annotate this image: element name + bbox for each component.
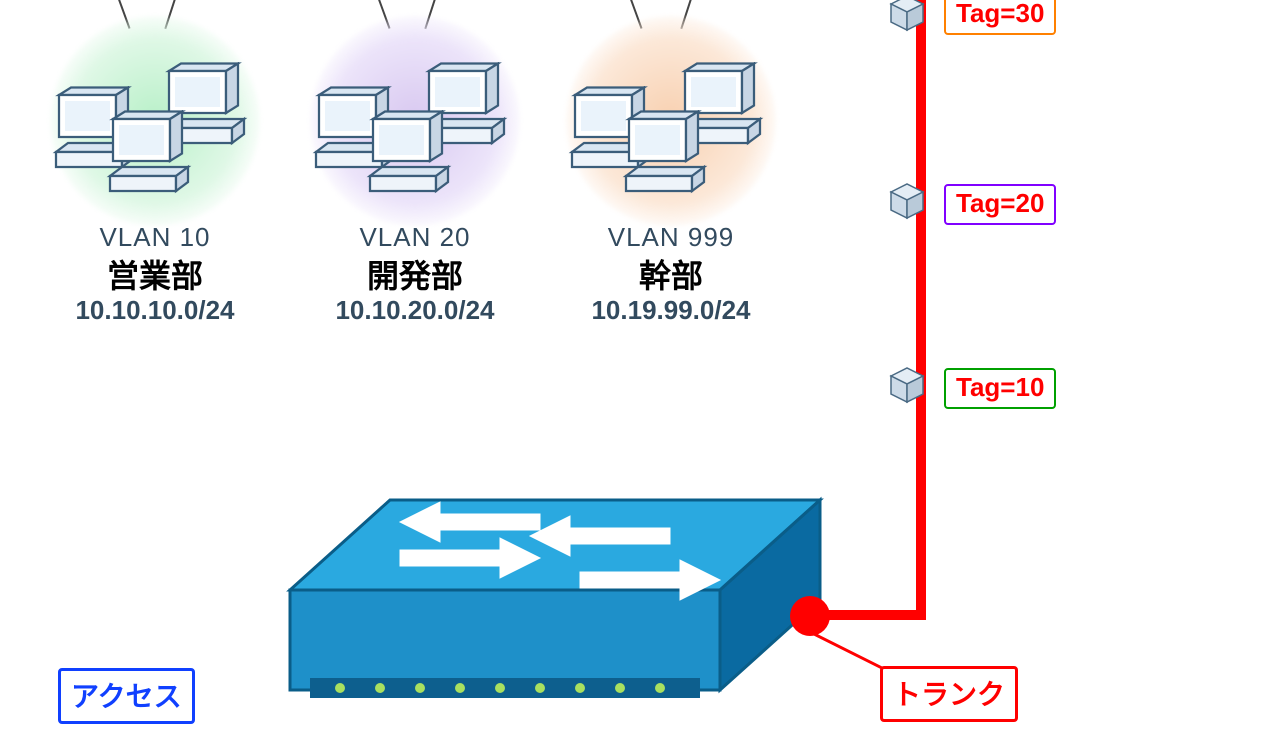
vlan-id-label: VLAN 999 xyxy=(556,222,786,253)
vlan-id-label: VLAN 20 xyxy=(300,222,530,253)
packet-icon xyxy=(887,364,927,404)
vlan-subnet-label: 10.10.20.0/24 xyxy=(300,295,530,326)
tag-label-20: Tag=20 xyxy=(944,184,1056,225)
access-port-label: アクセス xyxy=(58,668,195,724)
pc-cluster-vlan20 xyxy=(300,56,530,216)
vlan-dept-label: 営業部 xyxy=(40,251,270,297)
vlan-group-10: VLAN 10 営業部 10.10.10.0/24 xyxy=(40,56,270,326)
vlan-dept-label: 幹部 xyxy=(556,251,786,297)
tag-label-30: Tag=30 xyxy=(944,0,1056,35)
packet-icon xyxy=(887,180,927,220)
tag-label-10: Tag=10 xyxy=(944,368,1056,409)
pc-cluster-vlan999 xyxy=(556,56,786,216)
pc-icon xyxy=(364,110,454,200)
trunk-port-label: トランク xyxy=(880,666,1018,722)
vlan-group-999: VLAN 999 幹部 10.19.99.0/24 xyxy=(556,56,786,326)
vlan-group-20: VLAN 20 開発部 10.10.20.0/24 xyxy=(300,56,530,326)
pc-icon xyxy=(104,110,194,200)
pc-icon xyxy=(620,110,710,200)
vlan-id-label: VLAN 10 xyxy=(40,222,270,253)
packet-icon xyxy=(887,0,927,32)
switch-icon xyxy=(210,480,840,740)
trunk-link-vertical xyxy=(916,0,926,620)
vlan-subnet-label: 10.10.10.0/24 xyxy=(40,295,270,326)
vlan-dept-label: 開発部 xyxy=(300,251,530,297)
vlan-subnet-label: 10.19.99.0/24 xyxy=(556,295,786,326)
pc-cluster-vlan10 xyxy=(40,56,270,216)
